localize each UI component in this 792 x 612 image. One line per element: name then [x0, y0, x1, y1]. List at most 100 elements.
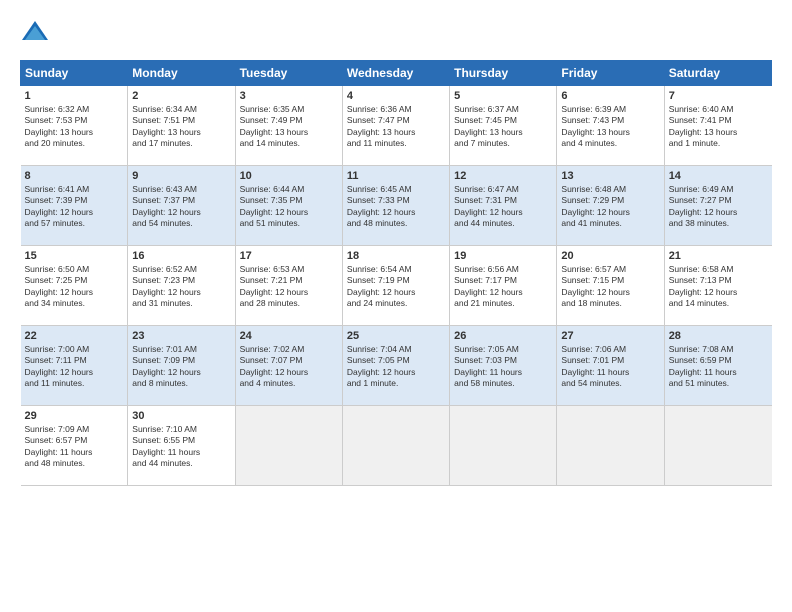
calendar-cell: 3 Sunrise: 6:35 AMSunset: 7:49 PMDaylight…: [235, 86, 342, 166]
day-number: 14: [669, 170, 768, 182]
calendar-table: SundayMondayTuesdayWednesdayThursdayFrid…: [20, 60, 772, 486]
cell-content: Sunrise: 6:34 AMSunset: 7:51 PMDaylight:…: [132, 104, 230, 150]
day-number: 21: [669, 250, 768, 262]
day-number: 2: [132, 90, 230, 102]
calendar-cell: 30Sunrise: 7:10 AMSunset: 6:55 PMDayligh…: [128, 406, 235, 486]
col-header-sunday: Sunday: [21, 61, 128, 86]
header: [20, 18, 772, 48]
col-header-friday: Friday: [557, 61, 664, 86]
day-number: 4: [347, 90, 445, 102]
calendar-cell: 14Sunrise: 6:49 AMSunset: 7:27 PMDayligh…: [664, 166, 771, 246]
calendar-cell: 22 Sunrise: 7:00 AMSunset: 7:11 PMDayligh…: [21, 326, 128, 406]
cell-content: Sunrise: 6:54 AMSunset: 7:19 PMDaylight:…: [347, 264, 445, 310]
calendar-cell: 4 Sunrise: 6:36 AMSunset: 7:47 PMDaylight…: [342, 86, 449, 166]
day-number: 6: [561, 90, 659, 102]
day-number: 20: [561, 250, 659, 262]
cell-content: Sunrise: 6:35 AMSunset: 7:49 PMDaylight:…: [240, 104, 338, 150]
calendar-cell: 2 Sunrise: 6:34 AMSunset: 7:51 PMDaylight…: [128, 86, 235, 166]
calendar-cell: 7Sunrise: 6:40 AMSunset: 7:41 PMDaylight…: [664, 86, 771, 166]
calendar-cell: 21 Sunrise: 6:58 AMSunset: 7:13 PMDayligh…: [664, 246, 771, 326]
cell-content: Sunrise: 6:43 AMSunset: 7:37 PMDaylight:…: [132, 184, 230, 230]
logo-icon: [20, 18, 50, 48]
header-row: SundayMondayTuesdayWednesdayThursdayFrid…: [21, 61, 772, 86]
day-number: 29: [25, 410, 124, 422]
calendar-cell: 28 Sunrise: 7:08 AMSunset: 6:59 PMDayligh…: [664, 326, 771, 406]
day-number: 28: [669, 330, 768, 342]
day-number: 10: [240, 170, 338, 182]
calendar-cell: 9 Sunrise: 6:43 AMSunset: 7:37 PMDaylight…: [128, 166, 235, 246]
day-number: 27: [561, 330, 659, 342]
day-number: 30: [132, 410, 230, 422]
week-row-1: 8 Sunrise: 6:41 AMSunset: 7:39 PMDaylight…: [21, 166, 772, 246]
day-number: 17: [240, 250, 338, 262]
calendar-cell: 20 Sunrise: 6:57 AMSunset: 7:15 PMDayligh…: [557, 246, 664, 326]
day-number: 18: [347, 250, 445, 262]
cell-content: Sunrise: 7:06 AMSunset: 7:01 PMDaylight:…: [561, 344, 659, 390]
cell-content: Sunrise: 7:05 AMSunset: 7:03 PMDaylight:…: [454, 344, 552, 390]
cell-content: Sunrise: 6:39 AMSunset: 7:43 PMDaylight:…: [561, 104, 659, 150]
cell-content: Sunrise: 7:02 AMSunset: 7:07 PMDaylight:…: [240, 344, 338, 390]
col-header-saturday: Saturday: [664, 61, 771, 86]
calendar-cell: 27 Sunrise: 7:06 AMSunset: 7:01 PMDayligh…: [557, 326, 664, 406]
day-number: 1: [25, 90, 124, 102]
cell-content: Sunrise: 6:32 AMSunset: 7:53 PMDaylight:…: [25, 104, 124, 150]
day-number: 12: [454, 170, 552, 182]
logo: [20, 18, 54, 48]
cell-content: Sunrise: 7:00 AMSunset: 7:11 PMDaylight:…: [25, 344, 124, 390]
col-header-monday: Monday: [128, 61, 235, 86]
cell-content: Sunrise: 7:08 AMSunset: 6:59 PMDaylight:…: [669, 344, 768, 390]
cell-content: Sunrise: 6:57 AMSunset: 7:15 PMDaylight:…: [561, 264, 659, 310]
cell-content: Sunrise: 6:56 AMSunset: 7:17 PMDaylight:…: [454, 264, 552, 310]
cell-content: Sunrise: 6:48 AMSunset: 7:29 PMDaylight:…: [561, 184, 659, 230]
cell-content: Sunrise: 6:50 AMSunset: 7:25 PMDaylight:…: [25, 264, 124, 310]
calendar-cell: 13 Sunrise: 6:48 AMSunset: 7:29 PMDayligh…: [557, 166, 664, 246]
cell-content: Sunrise: 6:52 AMSunset: 7:23 PMDaylight:…: [132, 264, 230, 310]
week-row-0: 1 Sunrise: 6:32 AMSunset: 7:53 PMDaylight…: [21, 86, 772, 166]
calendar-cell: 24 Sunrise: 7:02 AMSunset: 7:07 PMDayligh…: [235, 326, 342, 406]
day-number: 11: [347, 170, 445, 182]
calendar-cell: 10 Sunrise: 6:44 AMSunset: 7:35 PMDayligh…: [235, 166, 342, 246]
day-number: 15: [25, 250, 124, 262]
calendar-cell: 11 Sunrise: 6:45 AMSunset: 7:33 PMDayligh…: [342, 166, 449, 246]
day-number: 22: [25, 330, 124, 342]
calendar-cell: 19 Sunrise: 6:56 AMSunset: 7:17 PMDayligh…: [450, 246, 557, 326]
week-row-3: 22 Sunrise: 7:00 AMSunset: 7:11 PMDayligh…: [21, 326, 772, 406]
calendar-cell: [235, 406, 342, 486]
calendar-cell: [450, 406, 557, 486]
cell-content: Sunrise: 6:41 AMSunset: 7:39 PMDaylight:…: [25, 184, 124, 230]
day-number: 24: [240, 330, 338, 342]
cell-content: Sunrise: 6:36 AMSunset: 7:47 PMDaylight:…: [347, 104, 445, 150]
day-number: 19: [454, 250, 552, 262]
cell-content: Sunrise: 6:53 AMSunset: 7:21 PMDaylight:…: [240, 264, 338, 310]
cell-content: Sunrise: 7:01 AMSunset: 7:09 PMDaylight:…: [132, 344, 230, 390]
calendar-cell: 29 Sunrise: 7:09 AMSunset: 6:57 PMDayligh…: [21, 406, 128, 486]
calendar-cell: 5 Sunrise: 6:37 AMSunset: 7:45 PMDaylight…: [450, 86, 557, 166]
calendar-cell: 25Sunrise: 7:04 AMSunset: 7:05 PMDayligh…: [342, 326, 449, 406]
day-number: 5: [454, 90, 552, 102]
cell-content: Sunrise: 7:09 AMSunset: 6:57 PMDaylight:…: [25, 424, 124, 470]
cell-content: Sunrise: 6:47 AMSunset: 7:31 PMDaylight:…: [454, 184, 552, 230]
cell-content: Sunrise: 6:37 AMSunset: 7:45 PMDaylight:…: [454, 104, 552, 150]
cell-content: Sunrise: 6:45 AMSunset: 7:33 PMDaylight:…: [347, 184, 445, 230]
day-number: 26: [454, 330, 552, 342]
day-number: 23: [132, 330, 230, 342]
day-number: 8: [25, 170, 124, 182]
col-header-tuesday: Tuesday: [235, 61, 342, 86]
day-number: 9: [132, 170, 230, 182]
calendar-cell: 1 Sunrise: 6:32 AMSunset: 7:53 PMDaylight…: [21, 86, 128, 166]
calendar-cell: 6 Sunrise: 6:39 AMSunset: 7:43 PMDaylight…: [557, 86, 664, 166]
calendar-cell: 26 Sunrise: 7:05 AMSunset: 7:03 PMDayligh…: [450, 326, 557, 406]
cell-content: Sunrise: 6:58 AMSunset: 7:13 PMDaylight:…: [669, 264, 768, 310]
day-number: 13: [561, 170, 659, 182]
week-row-2: 15 Sunrise: 6:50 AMSunset: 7:25 PMDayligh…: [21, 246, 772, 326]
col-header-thursday: Thursday: [450, 61, 557, 86]
calendar-cell: 8 Sunrise: 6:41 AMSunset: 7:39 PMDaylight…: [21, 166, 128, 246]
calendar-cell: 12 Sunrise: 6:47 AMSunset: 7:31 PMDayligh…: [450, 166, 557, 246]
day-number: 7: [669, 90, 768, 102]
day-number: 16: [132, 250, 230, 262]
calendar-cell: 17 Sunrise: 6:53 AMSunset: 7:21 PMDayligh…: [235, 246, 342, 326]
calendar-cell: 23 Sunrise: 7:01 AMSunset: 7:09 PMDayligh…: [128, 326, 235, 406]
calendar-cell: [342, 406, 449, 486]
day-number: 3: [240, 90, 338, 102]
cell-content: Sunrise: 6:44 AMSunset: 7:35 PMDaylight:…: [240, 184, 338, 230]
